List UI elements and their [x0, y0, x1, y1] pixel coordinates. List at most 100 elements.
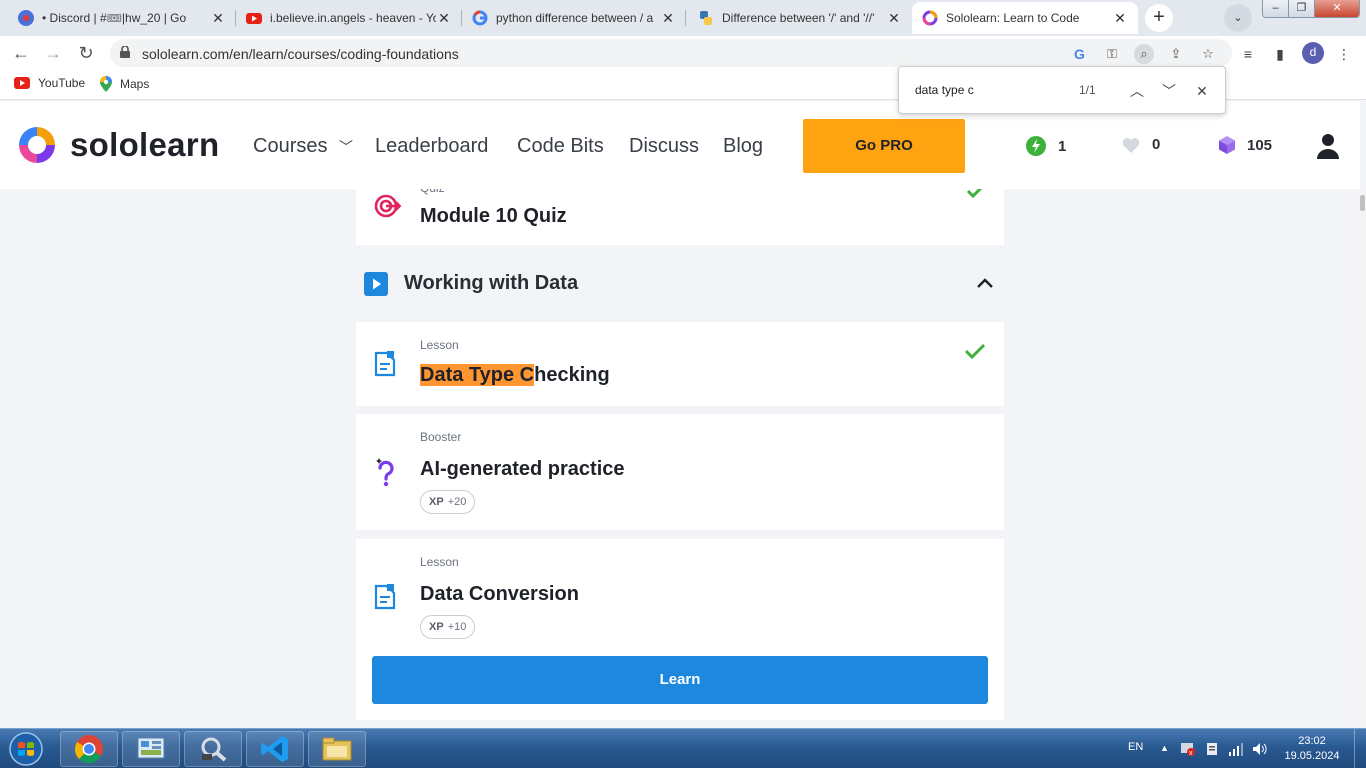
side-panel-icon[interactable]: ▮: [1270, 44, 1290, 64]
windows-start-icon[interactable]: [6, 731, 46, 767]
language-indicator[interactable]: EN: [1128, 741, 1143, 753]
scrollbar-thumb[interactable]: [1360, 195, 1365, 211]
chevron-up-icon[interactable]: [976, 277, 994, 289]
nav-code-bits[interactable]: Code Bits: [517, 135, 604, 158]
tab-close-icon[interactable]: ✕: [210, 10, 226, 27]
find-input[interactable]: data type c: [915, 83, 974, 97]
tab-title: Difference between '/' and '//': [722, 11, 875, 25]
target-quiz-icon: [374, 194, 402, 218]
play-module-icon: [364, 272, 388, 296]
youtube-icon: [246, 13, 262, 24]
folder-icon: [322, 737, 352, 761]
reading-list-icon[interactable]: ≡: [1238, 44, 1258, 64]
key-icon[interactable]: ⚿: [1102, 44, 1122, 64]
find-previous-chevron-up-icon[interactable]: ︿: [1127, 81, 1147, 101]
python-icon: [700, 11, 712, 25]
bookmark-maps[interactable]: Maps: [100, 76, 149, 92]
bookmark-youtube[interactable]: YouTube: [14, 76, 85, 90]
find-close-icon[interactable]: ✕: [1192, 81, 1212, 101]
taskbar-control-panel[interactable]: [122, 731, 180, 767]
hearts-count: 0: [1152, 136, 1161, 153]
share-icon[interactable]: ⇪: [1166, 44, 1186, 64]
item-title: Data Conversion: [420, 583, 579, 605]
svg-text:G: G: [1074, 46, 1085, 62]
network-warning-icon[interactable]: x: [1180, 741, 1196, 757]
sololearn-icon: [922, 10, 938, 26]
volume-icon[interactable]: [1252, 741, 1268, 757]
clock-date: 19.05.2024: [1284, 750, 1340, 762]
vscode-icon: [261, 736, 288, 762]
google-lens-icon[interactable]: G: [1070, 44, 1090, 64]
more-menu-icon[interactable]: ⋮: [1334, 44, 1354, 64]
item-title-rest: hecking: [534, 364, 610, 386]
page-scrollbar[interactable]: [1359, 189, 1366, 728]
window-controls: – ❐ ✕: [1262, 0, 1360, 18]
item-kind: Quiz: [420, 189, 445, 195]
nav-leaderboard[interactable]: Leaderboard: [375, 135, 488, 158]
nav-discuss[interactable]: Discuss: [629, 135, 699, 158]
quiz-card[interactable]: Quiz Module 10 Quiz: [356, 189, 1004, 245]
brand-name: sololearn: [70, 126, 220, 163]
tab-close-icon[interactable]: ✕: [436, 10, 452, 27]
gems-counter[interactable]: 105: [1219, 136, 1272, 154]
tab-close-icon[interactable]: ✕: [886, 10, 902, 27]
tray-expand-arrow-icon[interactable]: ▲: [1160, 743, 1169, 753]
profile-avatar[interactable]: d: [1302, 42, 1324, 64]
signal-bars-icon[interactable]: [1228, 741, 1244, 757]
streak-counter[interactable]: 1: [1026, 136, 1066, 156]
lesson-document-icon: [374, 584, 396, 610]
find-in-page-icon[interactable]: ⌕: [1134, 44, 1154, 64]
bookmark-star-icon[interactable]: ☆: [1198, 44, 1218, 64]
maximize-button[interactable]: ❐: [1289, 0, 1315, 17]
item-kind: Lesson: [420, 338, 459, 352]
tab-title: i.believe.in.angels - heaven - Yo: [270, 11, 436, 25]
booster-card-ai-practice[interactable]: Booster AI-generated practice XP +20: [356, 414, 1004, 530]
forward-arrow-icon[interactable]: →: [40, 40, 66, 66]
tab-search-chevron-icon[interactable]: ⌄: [1224, 4, 1252, 32]
find-next-chevron-down-icon[interactable]: ﹀: [1159, 81, 1179, 101]
xp-badge: XP +10: [420, 615, 476, 639]
minimize-button[interactable]: –: [1263, 0, 1289, 17]
close-window-button[interactable]: ✕: [1315, 0, 1359, 17]
hearts-counter[interactable]: 0: [1122, 136, 1160, 153]
tab-title: python difference between / a: [496, 11, 654, 25]
tab-sololearn[interactable]: Sololearn: Learn to Code ✕: [912, 2, 1138, 34]
youtube-icon: [14, 77, 30, 89]
tab-close-icon[interactable]: ✕: [1112, 10, 1128, 27]
lesson-card-data-type-checking[interactable]: Lesson Data Type Checking: [356, 322, 1004, 406]
reload-icon[interactable]: ↻: [73, 40, 99, 66]
browser-toolbar: ← → ↻ sololearn.com/en/learn/courses/cod…: [0, 36, 1366, 70]
completed-check-icon: [966, 189, 983, 199]
user-account-icon[interactable]: [1316, 133, 1340, 159]
new-tab-button[interactable]: +: [1145, 4, 1173, 32]
tab-youtube[interactable]: i.believe.in.angels - heaven - Yo ✕: [236, 2, 462, 34]
show-desktop-button[interactable]: [1354, 729, 1366, 768]
address-bar[interactable]: sololearn.com/en/learn/courses/coding-fo…: [110, 39, 1232, 67]
tab-python-docs[interactable]: Difference between '/' and '//' ✕: [688, 2, 912, 34]
go-pro-button[interactable]: Go PRO: [803, 119, 965, 173]
control-panel-icon: [137, 737, 165, 759]
sololearn-logo-icon: [19, 127, 55, 163]
xp-badge: XP +20: [420, 490, 476, 514]
action-center-icon[interactable]: [1204, 741, 1220, 757]
tab-close-icon[interactable]: ✕: [660, 10, 676, 27]
nav-blog[interactable]: Blog: [723, 135, 763, 158]
tab-discord[interactable]: • Discord | #🎟|hw_20 | Go ✕: [8, 2, 236, 34]
site-header: sololearn Courses ﹀ Leaderboard Code Bit…: [0, 101, 1360, 189]
back-arrow-icon[interactable]: ←: [8, 40, 34, 66]
taskbar-chrome[interactable]: [60, 731, 118, 767]
item-kind: Booster: [420, 430, 462, 444]
item-title: Data Type Checking: [420, 364, 610, 387]
sololearn-logo[interactable]: sololearn: [16, 124, 219, 166]
tab-google-search[interactable]: python difference between / a ✕: [462, 2, 686, 34]
nav-courses[interactable]: Courses ﹀: [253, 135, 353, 158]
lightning-streak-icon: [1026, 136, 1046, 156]
taskbar-file-explorer[interactable]: [308, 731, 366, 767]
module-header-working-with-data[interactable]: Working with Data: [356, 262, 1004, 306]
taskbar-search-app[interactable]: [184, 731, 242, 767]
tab-title: Sololearn: Learn to Code: [946, 11, 1080, 25]
taskbar-vscode[interactable]: [246, 731, 304, 767]
find-highlight: Data Type C: [420, 364, 535, 386]
learn-button[interactable]: Learn: [372, 656, 988, 704]
system-clock[interactable]: 23:02 19.05.2024: [1282, 734, 1342, 764]
